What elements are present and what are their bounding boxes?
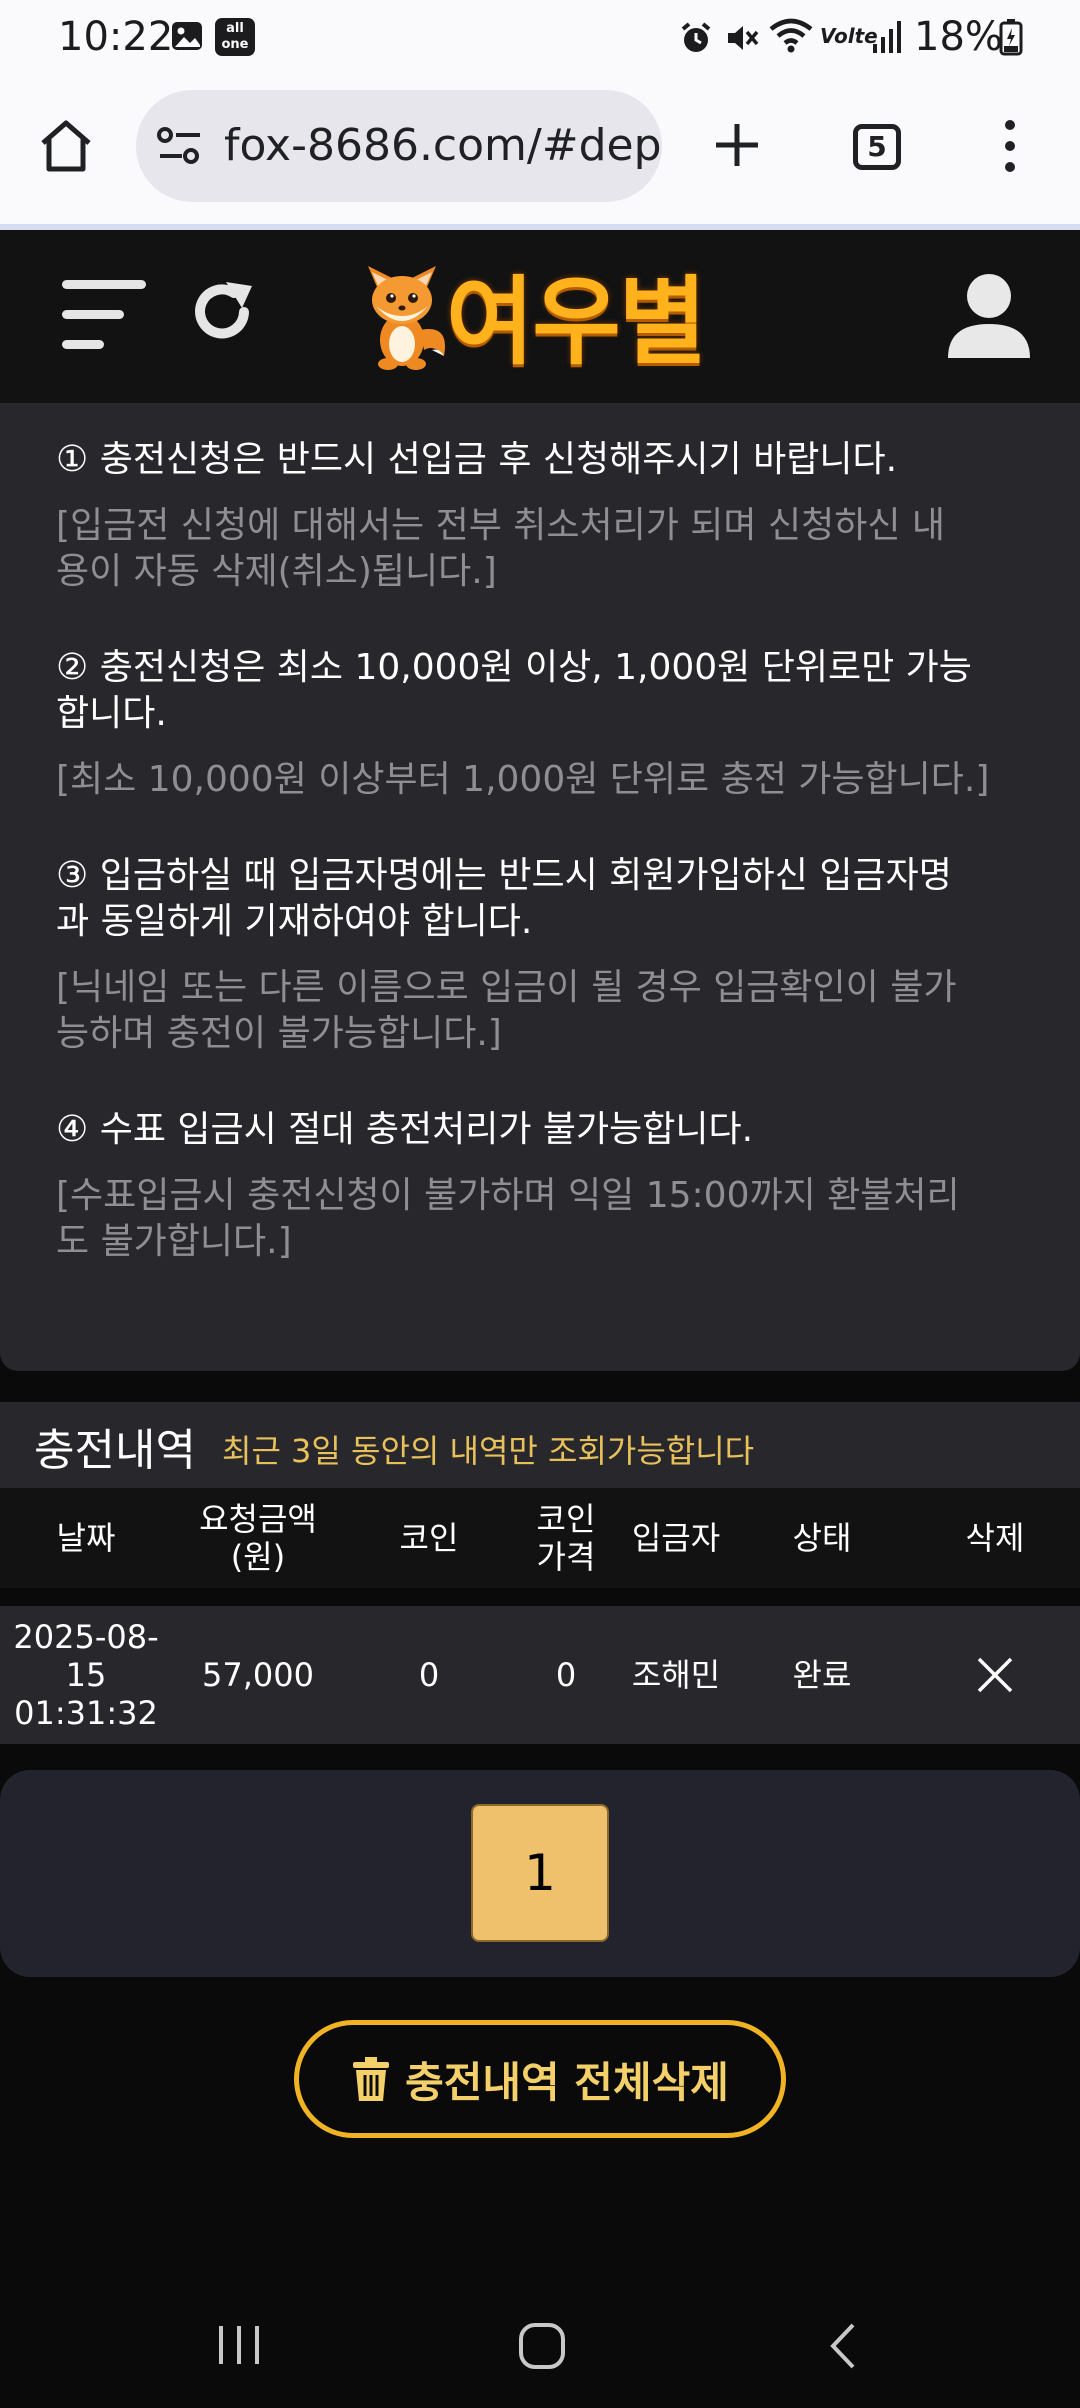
signal-icon — [873, 21, 901, 53]
row-delete-button[interactable] — [910, 1606, 1080, 1744]
pagination: 1 — [0, 1770, 1080, 1977]
home-nav-icon[interactable] — [518, 2322, 566, 2370]
mute-icon — [728, 26, 759, 50]
notice-4-detail-line-1: [수표입금시 충전신청이 불가하며 익일 15:00까지 환불처리 — [56, 1175, 960, 1216]
user-profile-icon[interactable] — [946, 272, 1032, 360]
new-tab-icon[interactable] — [712, 120, 762, 170]
home-icon[interactable] — [36, 116, 96, 176]
col-date: 날짜 — [56, 1519, 116, 1557]
page-button-1[interactable]: 1 — [471, 1804, 609, 1942]
row-date: 2025-08- 15 01:31:32 — [13, 1618, 159, 1732]
back-icon[interactable] — [828, 2322, 858, 2370]
notice-3-detail-line-1: [닉네임 또는 다른 이름으로 입금이 될 경우 입금확인이 불가 — [56, 967, 957, 1008]
url-text[interactable]: fox-8686.com/#depo — [224, 120, 662, 171]
fox-mascot-logo — [368, 266, 445, 370]
row-depositor: 조해민 — [631, 1656, 721, 1694]
history-table-header: 날짜 요청금액 (원) 코인 코인 가격 입금자 상태 삭제 — [0, 1488, 1080, 1588]
system-navigation-bar — [0, 2290, 1080, 2408]
deposit-notice-card: ① 충전신청은 반드시 선입금 후 신청해주시기 바랍니다. [입금전 신청에 … — [0, 403, 1080, 1371]
charge-history-header: 충전내역 최근 3일 동안의 내역만 조회가능합니다 — [0, 1402, 1080, 1488]
status-time: 10:22 — [58, 14, 174, 60]
row-coin-price: 0 — [555, 1656, 577, 1694]
hamburger-menu-icon[interactable] — [60, 278, 148, 352]
col-depositor: 입금자 — [631, 1519, 721, 1557]
battery-percent: 18% — [914, 14, 1003, 60]
app-notification-icon: all one — [215, 18, 255, 56]
address-bar[interactable]: fox-8686.com/#depo — [136, 90, 662, 202]
notice-3-title-line-1: ③ 입금하실 때 입금자명에는 반드시 회원가입하신 입금자명 — [56, 855, 952, 896]
gallery-icon — [172, 22, 202, 50]
table-row: 2025-08- 15 01:31:32 57,000 0 0 조해민 완료 — [0, 1606, 1080, 1744]
battery-icon — [999, 19, 1023, 56]
wifi-icon — [769, 18, 813, 53]
alarm-icon — [681, 22, 711, 52]
notice-3-detail-line-2: 능하며 충전이 불가능합니다.] — [56, 1013, 502, 1054]
status-bar: 10:22 all one Volte 18% — [0, 0, 1080, 76]
row-coin: 0 — [418, 1656, 440, 1694]
tab-switcher-button[interactable]: 5 — [853, 124, 901, 170]
row-amount: 57,000 — [202, 1656, 314, 1694]
notice-1-detail-line-2: 용이 자동 삭제(취소)됩니다.] — [56, 551, 497, 592]
notice-2-detail: [최소 10,000원 이상부터 1,000원 단위로 충전 가능합니다.] — [56, 759, 990, 800]
notice-3-title-line-2: 과 동일하게 기재하여야 합니다. — [56, 901, 533, 942]
col-status: 상태 — [792, 1519, 852, 1557]
row-status: 완료 — [792, 1656, 852, 1694]
notice-4-detail-line-2: 도 불가합니다.] — [56, 1221, 292, 1262]
notice-1-title: ① 충전신청은 반드시 선입금 후 신청해주시기 바랍니다. — [56, 439, 898, 480]
delete-all-label: 충전내역 전체삭제 — [405, 2057, 729, 2107]
charge-history-note: 최근 3일 동안의 내역만 조회가능합니다 — [222, 1432, 755, 1470]
col-amount: 요청금액 (원) — [199, 1500, 317, 1576]
site-header: 여우별 — [0, 230, 1080, 403]
browser-toolbar: fox-8686.com/#depo 5 — [0, 76, 1080, 224]
col-coin: 코인 — [399, 1519, 459, 1557]
site-settings-icon[interactable] — [156, 126, 204, 166]
notice-1-detail-line-1: [입금전 신청에 대해서는 전부 취소처리가 되며 신청하신 내 — [56, 505, 946, 546]
refresh-icon[interactable] — [186, 276, 258, 348]
more-menu-icon[interactable] — [995, 118, 1025, 174]
col-delete: 삭제 — [965, 1519, 1025, 1557]
notice-2-title-line-1: ② 충전신청은 최소 10,000원 이상, 1,000원 단위로만 가능 — [56, 647, 972, 688]
delete-all-history-button[interactable]: 충전내역 전체삭제 — [294, 2020, 786, 2138]
volte-icon: Volte — [820, 24, 878, 48]
notice-4-title: ④ 수표 입금시 절대 충전처리가 불가능합니다. — [56, 1109, 754, 1150]
recent-apps-icon[interactable] — [216, 2322, 262, 2368]
charge-history-title: 충전내역 — [34, 1425, 196, 1476]
site-logo-text[interactable]: 여우별 — [446, 244, 707, 383]
trash-icon — [353, 2057, 390, 2101]
close-icon[interactable] — [976, 1656, 1014, 1694]
notice-2-title-line-2: 합니다. — [56, 693, 167, 734]
col-coin-price: 코인 가격 — [536, 1500, 596, 1576]
